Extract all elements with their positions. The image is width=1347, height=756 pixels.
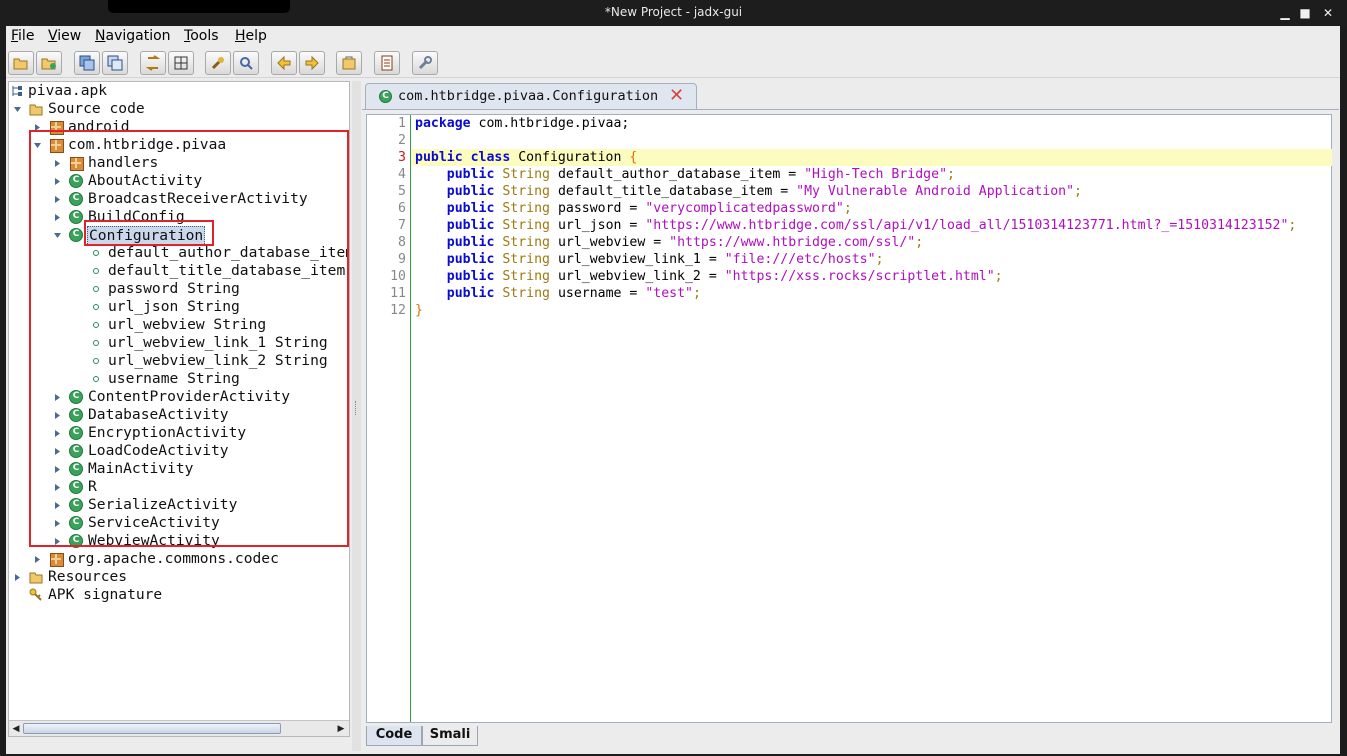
scroll-right-icon[interactable]: ▶ [335, 723, 347, 735]
line-number: 10 [390, 269, 406, 284]
search-text-icon [211, 57, 224, 70]
export-icon [107, 55, 123, 71]
add-files-button[interactable] [36, 51, 62, 75]
code-line-field: public String default_title_database_ite… [446, 184, 1082, 199]
line-number: 6 [398, 201, 406, 216]
open-file-button[interactable] [8, 51, 34, 75]
tree-horizontal-scrollbar[interactable]: ◀ ▶ [9, 720, 349, 736]
collapsed-arrow-icon [35, 556, 40, 563]
line-number-current: 3 [398, 150, 406, 165]
code-line-field: public String url_webview_link_1 = "file… [446, 252, 884, 267]
class-icon: C [379, 90, 392, 103]
flatten-packages-button[interactable] [168, 51, 194, 75]
code-view[interactable]: 1 2 3 4 5 6 7 8 9 10 11 12 package com.h… [366, 114, 1332, 723]
find-class-button[interactable] [233, 51, 259, 75]
splitter-grip [355, 401, 357, 415]
code-line-field: public String url_webview = "https://www… [446, 235, 924, 250]
sync-button[interactable] [140, 51, 166, 75]
forward-icon [305, 55, 319, 71]
menu-bar: File View Navigation Tools Help [6, 26, 1340, 47]
line-number: 9 [398, 252, 406, 267]
code-line-close: } [415, 303, 423, 318]
highlight-package-box [29, 130, 349, 547]
line-number: 11 [390, 286, 406, 301]
forward-button[interactable] [299, 51, 325, 75]
tab-configuration[interactable]: C com.htbridge.pivaa.Configuration ✕ [365, 83, 697, 109]
line-number: 8 [398, 235, 406, 250]
highlight-configuration-box [84, 220, 214, 246]
add-files-icon [41, 58, 56, 70]
line-number: 5 [398, 184, 406, 199]
line-number: 1 [398, 116, 406, 131]
scroll-left-icon[interactable]: ◀ [10, 723, 22, 735]
apk-root-icon [12, 86, 22, 96]
back-button[interactable] [271, 51, 297, 75]
folder-open-icon [29, 104, 43, 116]
scroll-thumb[interactable] [23, 723, 281, 734]
menu-help[interactable]: Help [235, 28, 267, 44]
minimize-button[interactable]: ▁ [1277, 5, 1293, 21]
decompile-button[interactable] [336, 51, 362, 75]
line-number: 2 [398, 133, 406, 148]
window-title: *New Project - jadx-gui [604, 5, 743, 19]
tab-divider [362, 109, 1339, 110]
menu-navigation[interactable]: Navigation [95, 28, 171, 44]
code-line-package: package com.htbridge.pivaa; [415, 116, 630, 131]
line-number: 7 [398, 218, 406, 233]
back-icon [277, 55, 291, 71]
close-window-button[interactable]: ✕ [1320, 5, 1336, 21]
decompile-icon [342, 56, 356, 70]
preferences-icon [418, 56, 432, 70]
close-tab-icon[interactable]: ✕ [669, 87, 684, 105]
tab-code[interactable]: Code [366, 726, 422, 746]
title-bar: *New Project - jadx-gui ▁ ■ ✕ [0, 0, 1347, 26]
menu-file[interactable]: File [11, 28, 34, 44]
save-all-button[interactable] [74, 51, 100, 75]
pane-splitter[interactable] [352, 81, 361, 751]
menu-view[interactable]: View [48, 28, 81, 44]
line-number: 4 [398, 167, 406, 182]
collapsed-arrow-icon [15, 574, 20, 581]
maximize-button[interactable]: ■ [1297, 5, 1313, 21]
code-line-field: public String url_json = "https://www.ht… [446, 218, 1297, 233]
search-text-button[interactable] [205, 51, 231, 75]
menu-tools[interactable]: Tools [184, 28, 219, 44]
app-client: File View Navigation Tools Help pivaa.ap… [6, 26, 1340, 754]
code-line-field: public String username = "test"; [446, 286, 701, 301]
code-line-class: public class Configuration { [415, 150, 638, 165]
code-line-field: public String password = "verycomplicate… [446, 201, 852, 216]
toolbar [6, 48, 1340, 78]
resources-folder-icon [29, 572, 43, 584]
flatten-packages-icon [174, 56, 188, 70]
jadx-window: *New Project - jadx-gui ▁ ■ ✕ File View … [0, 0, 1347, 756]
log-viewer-icon [381, 55, 393, 71]
find-class-icon [240, 57, 253, 70]
project-tree: pivaa.apk Source code android com.htbrid… [8, 81, 350, 737]
line-number: 12 [390, 303, 406, 318]
package-icon [50, 553, 64, 567]
tab-smali[interactable]: Smali [422, 726, 478, 746]
sync-icon [145, 55, 161, 71]
editor-area: C com.htbridge.pivaa.Configuration ✕ 1 2… [362, 81, 1339, 753]
code-line-field: public String url_webview_link_2 = "http… [446, 269, 1003, 284]
open-file-icon [13, 58, 28, 70]
code-line-field: public String default_author_database_it… [446, 167, 955, 182]
export-button[interactable] [102, 51, 128, 75]
key-icon [29, 588, 42, 601]
save-all-icon [79, 55, 95, 71]
line-number-gutter: 1 2 3 4 5 6 7 8 9 10 11 12 [367, 115, 411, 722]
preferences-button[interactable] [412, 51, 438, 75]
expanded-arrow-icon [14, 107, 21, 112]
log-viewer-button[interactable] [374, 51, 400, 75]
